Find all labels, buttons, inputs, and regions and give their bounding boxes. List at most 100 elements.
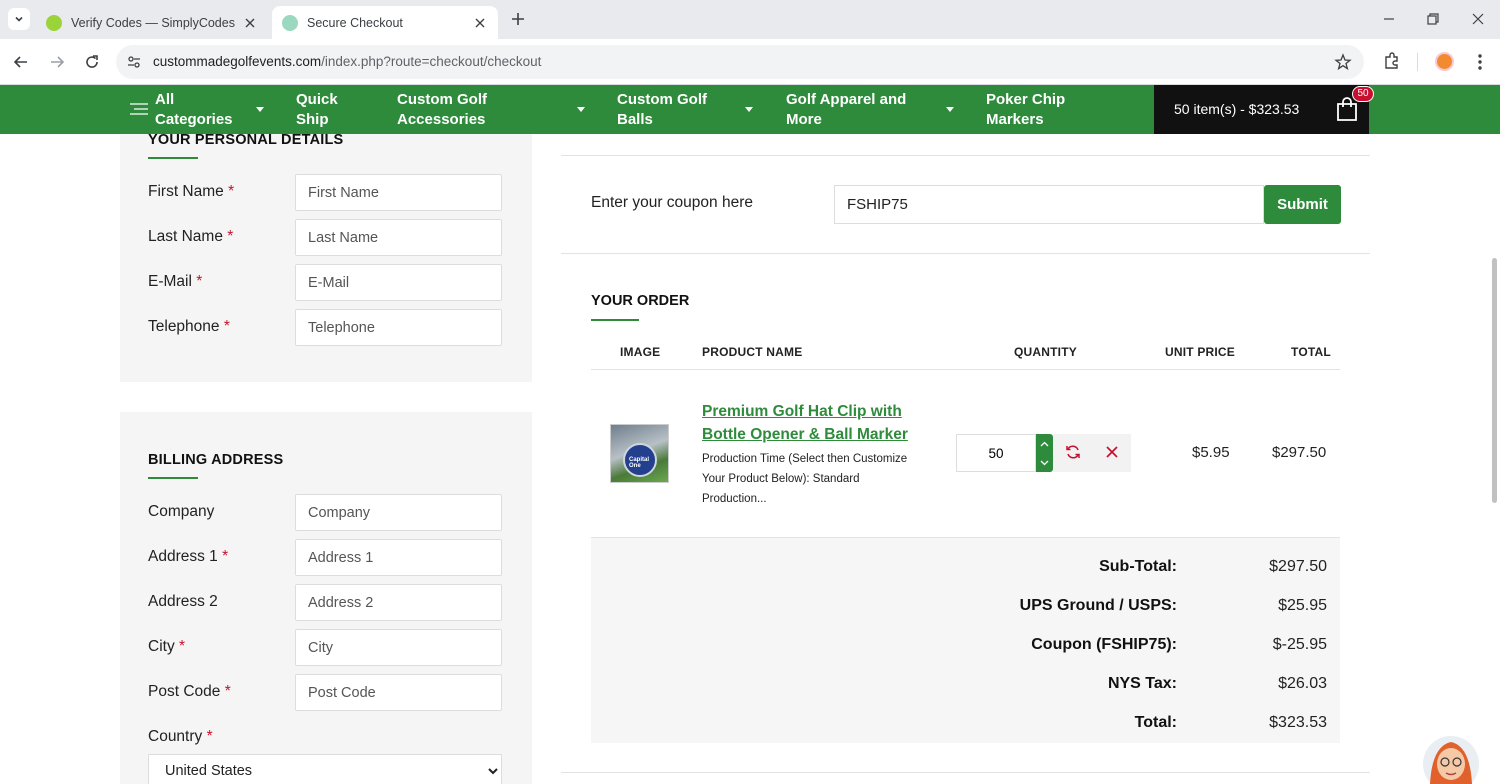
title-underline <box>148 157 198 159</box>
tab-title: Secure Checkout <box>307 15 403 30</box>
restore-window-icon[interactable] <box>1422 8 1444 30</box>
post-code-label: Post Code * <box>148 683 231 700</box>
company-label: Company <box>148 503 215 520</box>
quantity-increase-button[interactable] <box>1036 434 1053 453</box>
forward-arrow-icon[interactable] <box>46 51 68 73</box>
browser-tab-verify-codes[interactable]: Verify Codes — SimplyCodes <box>36 6 268 39</box>
caret-down-icon <box>577 107 585 112</box>
coupon-input[interactable] <box>834 185 1264 224</box>
tax-label: NYS Tax: <box>1107 675 1177 692</box>
close-tab-icon[interactable] <box>472 15 488 31</box>
site-info-icon[interactable] <box>126 54 142 70</box>
nav-custom-golf-balls[interactable]: Custom Golf Balls <box>617 90 707 130</box>
caret-down-icon <box>946 107 954 112</box>
subtotal-label: Sub-Total: <box>1099 558 1177 575</box>
more-menu-icon[interactable] <box>1470 51 1490 73</box>
hamburger-menu-icon[interactable] <box>130 102 148 116</box>
title-underline <box>148 477 198 479</box>
city-input[interactable] <box>295 629 502 666</box>
coupon-discount-value: $-25.95 <box>1272 636 1327 653</box>
table-row-divider <box>591 369 1340 370</box>
extensions-puzzle-icon[interactable] <box>1382 51 1402 71</box>
section-divider <box>561 253 1370 254</box>
telephone-input[interactable] <box>295 309 502 346</box>
quantity-decrease-button[interactable] <box>1036 453 1053 472</box>
coupon-submit-button[interactable]: Submit <box>1264 185 1341 224</box>
personal-details-title: YOUR PERSONAL DETAILS <box>148 132 344 148</box>
browser-tab-secure-checkout[interactable]: Secure Checkout <box>272 6 498 39</box>
minimize-window-icon[interactable] <box>1378 8 1400 30</box>
nav-quick-ship[interactable]: Quick Ship <box>296 90 338 130</box>
ball-marker-graphic: Capital One <box>623 443 657 477</box>
first-name-label: First Name * <box>148 183 235 200</box>
quantity-input[interactable] <box>956 434 1036 472</box>
cart-summary-button[interactable]: 50 item(s) - $323.53 <box>1154 85 1369 134</box>
nav-custom-golf-accessories[interactable]: Custom Golf Accessories <box>397 90 487 130</box>
chevron-up-icon <box>1040 441 1049 446</box>
bookmark-star-icon[interactable] <box>1334 53 1352 71</box>
last-name-label: Last Name * <box>148 228 234 245</box>
subtotal-value: $297.50 <box>1269 558 1327 575</box>
toolbar-divider <box>1417 53 1418 71</box>
product-image[interactable]: Capital One <box>610 424 669 483</box>
title-underline <box>591 319 639 321</box>
your-order-title: YOUR ORDER <box>591 293 690 309</box>
column-header-total: TOTAL <box>1291 345 1331 359</box>
billing-address-panel: BILLING ADDRESS Company Address 1 * Addr… <box>120 412 532 784</box>
nav-poker-chip-markers[interactable]: Poker Chip Markers <box>986 90 1065 130</box>
tab-title: Verify Codes — SimplyCodes <box>71 15 235 30</box>
site-navigation: All Categories Quick Ship Custom Golf Acces… <box>0 85 1500 134</box>
back-arrow-icon[interactable] <box>10 51 32 73</box>
section-divider <box>561 155 1370 156</box>
update-quantity-icon[interactable] <box>1064 443 1082 461</box>
address-bar[interactable]: custommadegolfevents.com/index.php?route… <box>116 45 1364 79</box>
post-code-input[interactable] <box>295 674 502 711</box>
reload-icon[interactable] <box>81 51 103 73</box>
city-label: City * <box>148 638 186 655</box>
page-scrollbar[interactable] <box>1492 258 1497 503</box>
address1-input[interactable] <box>295 539 502 576</box>
personal-details-panel: YOUR PERSONAL DETAILS First Name * Last … <box>120 132 532 382</box>
grand-total-value: $323.53 <box>1269 714 1327 731</box>
telephone-label: Telephone * <box>148 318 230 335</box>
close-tab-icon[interactable] <box>242 15 258 31</box>
email-input[interactable] <box>295 264 502 301</box>
chevron-down-icon <box>15 16 23 22</box>
billing-address-title: BILLING ADDRESS <box>148 452 284 468</box>
product-name-link[interactable]: Premium Golf Hat Clip with Bottle Opener… <box>702 400 917 446</box>
address2-label: Address 2 <box>148 593 218 610</box>
grand-total-label: Total: <box>1134 714 1177 731</box>
product-option-text: Production Time (Select then Customize Y… <box>702 453 908 505</box>
profile-avatar[interactable] <box>1435 52 1454 71</box>
browser-tab-bar: Verify Codes — SimplyCodes Secure Checko… <box>0 0 1500 39</box>
chat-assistant-avatar-icon[interactable] <box>1422 730 1480 784</box>
shipping-label: UPS Ground / USPS: <box>1019 597 1177 614</box>
nav-all-categories[interactable]: All Categories <box>155 90 233 130</box>
email-label: E-Mail * <box>148 273 203 290</box>
remove-item-icon[interactable] <box>1104 444 1120 460</box>
simplycodes-favicon-icon <box>46 14 62 31</box>
unit-price: $5.95 <box>1192 444 1230 461</box>
chevron-down-icon <box>1040 460 1049 465</box>
column-header-quantity: QUANTITY <box>1014 345 1077 359</box>
section-divider <box>561 772 1370 773</box>
caret-down-icon <box>745 107 753 112</box>
country-select[interactable]: United States <box>148 754 502 784</box>
close-window-icon[interactable] <box>1467 8 1489 30</box>
last-name-input[interactable] <box>295 219 502 256</box>
tab-search-button[interactable] <box>8 8 30 30</box>
caret-down-icon <box>256 107 264 112</box>
new-tab-plus-icon[interactable] <box>508 9 528 29</box>
order-totals: Sub-Total: $297.50 UPS Ground / USPS: $2… <box>591 538 1340 743</box>
address2-input[interactable] <box>295 584 502 621</box>
coupon-label: Enter your coupon here <box>591 194 753 211</box>
coupon-discount-label: Coupon (FSHIP75): <box>1031 636 1177 653</box>
first-name-input[interactable] <box>295 174 502 211</box>
browser-toolbar: custommadegolfevents.com/index.php?route… <box>0 39 1500 85</box>
tax-value: $26.03 <box>1278 675 1327 692</box>
nav-golf-apparel[interactable]: Golf Apparel and More <box>786 90 906 130</box>
shipping-value: $25.95 <box>1278 597 1327 614</box>
column-header-unit-price: UNIT PRICE <box>1165 345 1236 359</box>
quantity-stepper <box>1036 434 1053 472</box>
company-input[interactable] <box>295 494 502 531</box>
